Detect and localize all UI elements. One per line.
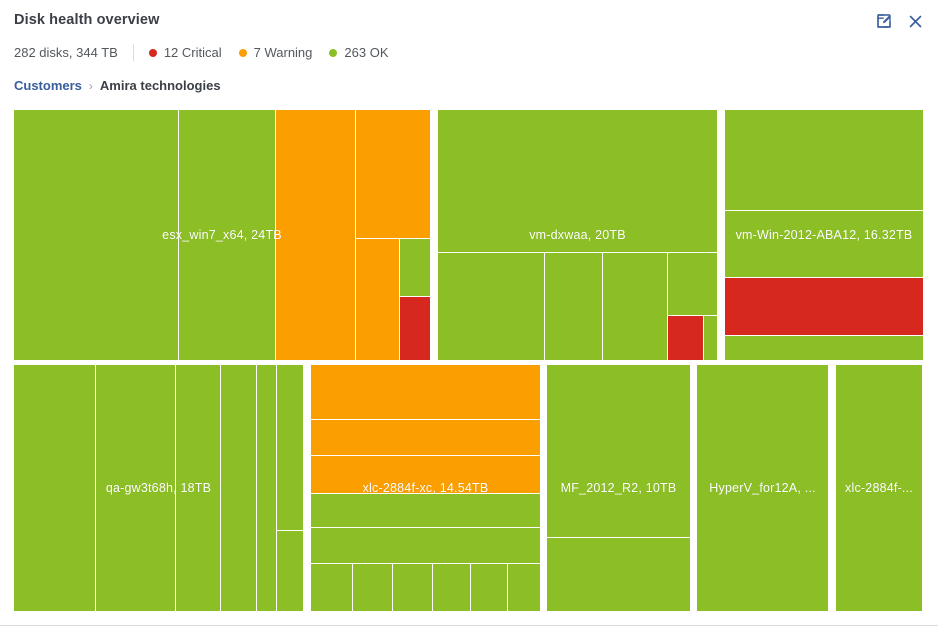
treemap-cell-ok[interactable] — [547, 538, 690, 611]
treemap-cell-ok[interactable] — [277, 365, 303, 530]
treemap-cell-warning[interactable] — [311, 420, 540, 455]
treemap-cell-critical[interactable] — [725, 278, 923, 335]
legend-dot-ok — [329, 49, 337, 57]
treemap-group[interactable]: qa-gw3t68h, 18TB — [14, 365, 303, 611]
treemap-cell-ok[interactable] — [311, 494, 540, 527]
treemap-group[interactable]: esx_win7_x64, 24TB — [14, 110, 430, 360]
treemap-cell-ok[interactable] — [96, 365, 175, 611]
treemap-cell-ok[interactable] — [438, 253, 544, 360]
treemap-cell-ok[interactable] — [508, 564, 540, 611]
treemap-cell-ok[interactable] — [277, 531, 303, 611]
legend-dot-warning — [239, 49, 247, 57]
treemap-cell-critical[interactable] — [400, 297, 430, 360]
treemap-group[interactable]: xlc-2884f-xc, 14.54TB — [311, 365, 540, 611]
treemap-cell-ok[interactable] — [438, 110, 717, 252]
treemap-cell-ok[interactable] — [697, 365, 828, 611]
summary-row: 282 disks, 344 TB 12 Critical 7 Warning … — [14, 44, 389, 61]
treemap-group[interactable]: vm-Win-2012-ABA12, 16.32TB — [725, 110, 923, 360]
disk-health-treemap[interactable]: esx_win7_x64, 24TBvm-dxwaa, 20TBvm-Win-2… — [14, 110, 922, 611]
treemap-cell-ok[interactable] — [471, 564, 507, 611]
treemap-cell-ok[interactable] — [725, 336, 923, 360]
close-x-icon[interactable] — [906, 12, 924, 30]
total-summary: 282 disks, 344 TB — [14, 45, 118, 60]
legend-dot-critical — [149, 49, 157, 57]
treemap-cell-ok[interactable] — [725, 211, 923, 277]
treemap-group[interactable]: HyperV_for12A, ... — [697, 365, 828, 611]
treemap-cell-ok[interactable] — [433, 564, 470, 611]
treemap-cell-warning[interactable] — [311, 456, 540, 493]
legend-item-critical: 12 Critical — [149, 45, 222, 60]
treemap-group[interactable]: vm-dxwaa, 20TB — [438, 110, 717, 360]
treemap-group[interactable]: xlc-2884f-... — [836, 365, 922, 611]
treemap-cell-ok[interactable] — [176, 365, 220, 611]
treemap-cell-ok[interactable] — [400, 239, 430, 296]
panel-header: Disk health overview 282 disks, 344 TB — [0, 0, 938, 105]
treemap-cell-ok[interactable] — [179, 110, 275, 360]
page-title: Disk health overview — [14, 12, 159, 28]
edit-pencil-square-icon[interactable] — [875, 12, 893, 30]
treemap-cell-warning[interactable] — [356, 110, 430, 238]
legend-item-ok: 263 OK — [329, 45, 388, 60]
breadcrumb-link-customers[interactable]: Customers — [14, 78, 82, 93]
treemap-cell-ok[interactable] — [704, 316, 717, 360]
breadcrumb: Customers › Amira technologies — [14, 78, 221, 93]
chevron-right-icon: › — [89, 79, 93, 93]
treemap-cell-ok[interactable] — [545, 253, 602, 360]
treemap-cell-ok[interactable] — [603, 253, 667, 360]
treemap-cell-ok[interactable] — [393, 564, 432, 611]
treemap-cell-warning[interactable] — [356, 239, 399, 360]
treemap-cell-warning[interactable] — [311, 365, 540, 419]
treemap-cell-critical[interactable] — [668, 316, 703, 360]
treemap-cell-warning[interactable] — [276, 110, 355, 360]
treemap-cell-ok[interactable] — [353, 564, 392, 611]
treemap-cell-ok[interactable] — [311, 528, 540, 563]
legend-label-ok: 263 OK — [344, 45, 388, 60]
disk-health-panel: Disk health overview 282 disks, 344 TB — [0, 0, 938, 626]
summary-divider — [133, 44, 134, 61]
treemap-cell-ok[interactable] — [14, 110, 178, 360]
treemap-cell-ok[interactable] — [547, 365, 690, 537]
treemap-cell-ok[interactable] — [836, 365, 922, 611]
treemap-cell-ok[interactable] — [668, 253, 717, 315]
treemap-cell-ok[interactable] — [14, 365, 95, 611]
legend-label-warning: 7 Warning — [254, 45, 313, 60]
treemap-cell-ok[interactable] — [221, 365, 256, 611]
treemap-group[interactable]: MF_2012_R2, 10TB — [547, 365, 690, 611]
header-actions — [875, 12, 924, 30]
treemap-cell-ok[interactable] — [725, 110, 923, 210]
breadcrumb-current: Amira technologies — [100, 78, 221, 93]
treemap-cell-ok[interactable] — [257, 365, 276, 611]
treemap-cell-ok[interactable] — [311, 564, 352, 611]
legend-item-warning: 7 Warning — [239, 45, 313, 60]
legend-label-critical: 12 Critical — [164, 45, 222, 60]
